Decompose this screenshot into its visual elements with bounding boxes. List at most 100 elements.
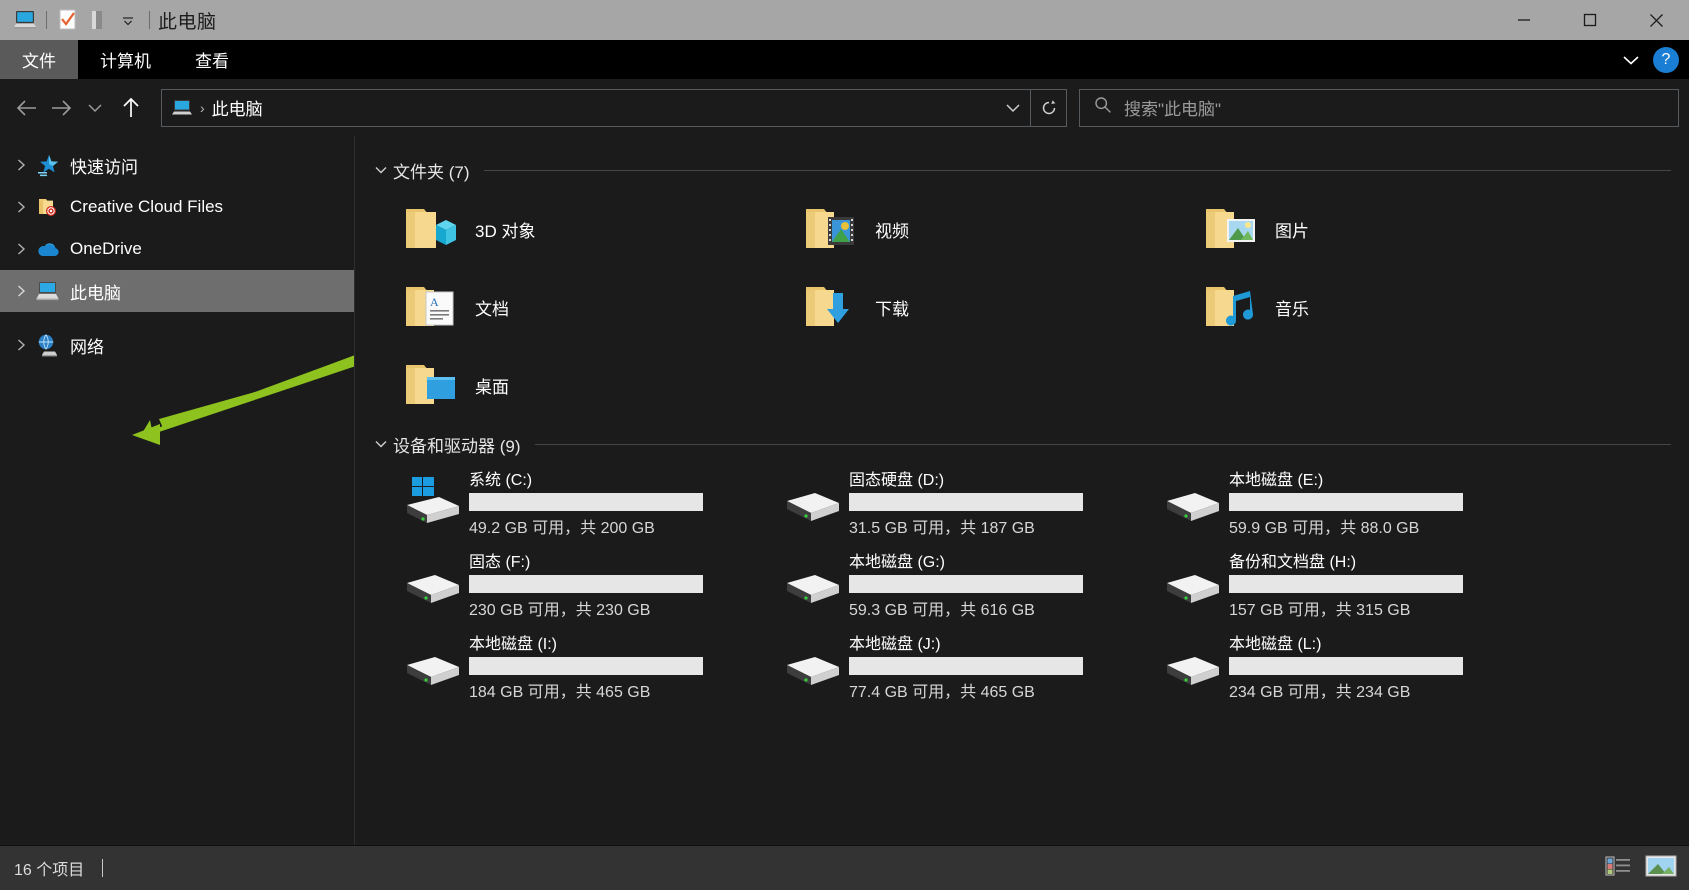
sidebar-item-creative-cloud-files[interactable]: Creative Cloud Files — [0, 186, 354, 228]
drives-group-header[interactable]: 设备和驱动器 (9) — [369, 430, 1689, 458]
folders-grid: 3D 对象 视频 图片 A 文档 下载 音乐 桌面 — [397, 190, 1689, 424]
chevron-right-icon[interactable] — [8, 332, 34, 358]
sidebar-item-label: 网络 — [70, 337, 104, 357]
drive-item-g[interactable]: 本地磁盘 (G:) 59.3 GB 可用，共 616 GB — [777, 546, 1157, 628]
drive-usage-bar — [1229, 493, 1463, 511]
drive-label: 本地磁盘 (I:) — [469, 636, 557, 653]
chevron-down-icon[interactable] — [369, 164, 393, 176]
tab-file[interactable]: 文件 — [0, 40, 78, 79]
drive-label: 系统 (C:) — [469, 472, 533, 489]
drive-label: 本地磁盘 (G:) — [849, 554, 945, 571]
address-dropdown-chevron-down-icon[interactable] — [996, 90, 1030, 126]
sidebar-item-network[interactable]: 网络 — [0, 324, 354, 366]
search-icon — [1094, 96, 1112, 119]
close-button[interactable] — [1623, 0, 1689, 40]
details-view-icon[interactable] — [1605, 855, 1631, 882]
drive-capacity: 77.4 GB 可用，共 465 GB — [849, 684, 1035, 701]
recent-locations-chevron-down-icon[interactable] — [78, 91, 112, 125]
folder-desktop-icon — [397, 353, 461, 417]
drive-capacity: 49.2 GB 可用，共 200 GB — [469, 520, 655, 537]
chevron-right-icon[interactable] — [8, 194, 34, 220]
folder-item-label: 音乐 — [1275, 299, 1309, 319]
maximize-button[interactable] — [1557, 0, 1623, 40]
drive-label: 本地磁盘 (E:) — [1229, 472, 1324, 489]
minimize-button[interactable] — [1491, 0, 1557, 40]
hard-drive-icon — [777, 628, 849, 692]
creative-cloud-folder-icon — [34, 193, 62, 221]
folder-item-pictures[interactable]: 图片 — [1197, 190, 1597, 268]
folder-item-3d-objects[interactable]: 3D 对象 — [397, 190, 797, 268]
large-icons-view-icon[interactable] — [1645, 854, 1677, 883]
folder-item-downloads[interactable]: 下载 — [797, 268, 1197, 346]
tab-computer[interactable]: 计算机 — [78, 40, 173, 79]
drive-label: 本地磁盘 (J:) — [849, 636, 941, 653]
network-icon — [34, 331, 62, 359]
drive-usage-bar — [469, 575, 703, 593]
folder-icon[interactable] — [83, 5, 113, 35]
hard-drive-icon — [1157, 628, 1229, 692]
address-bar[interactable]: › 此电脑 — [161, 88, 1067, 127]
sidebar-item-quick-access[interactable]: 快速访问 — [0, 144, 354, 186]
hard-drive-icon — [1157, 464, 1229, 528]
breadcrumb-this-pc-icon — [171, 97, 193, 119]
drive-item-e[interactable]: 本地磁盘 (E:) 59.9 GB 可用，共 88.0 GB — [1157, 464, 1537, 546]
group-divider — [534, 443, 1671, 445]
sidebar-item-this-pc[interactable]: 此电脑 — [0, 270, 354, 312]
drive-capacity: 184 GB 可用，共 465 GB — [469, 684, 651, 701]
star-pin-icon — [34, 151, 62, 179]
search-input[interactable]: 搜索"此电脑" — [1124, 95, 1221, 120]
sidebar-item-onedrive[interactable]: OneDrive — [0, 228, 354, 270]
refresh-icon[interactable] — [1030, 89, 1066, 126]
drive-item-f[interactable]: 固态 (F:) 230 GB 可用，共 230 GB — [397, 546, 777, 628]
hard-drive-icon — [397, 546, 469, 610]
drive-label: 固态硬盘 (D:) — [849, 472, 945, 489]
forward-arrow-icon[interactable] — [44, 91, 78, 125]
folder-item-music[interactable]: 音乐 — [1197, 268, 1597, 346]
back-arrow-icon[interactable] — [10, 91, 44, 125]
drive-item-j[interactable]: 本地磁盘 (J:) 77.4 GB 可用，共 465 GB — [777, 628, 1157, 710]
folders-group-header[interactable]: 文件夹 (7) — [369, 156, 1689, 184]
folder-item-label: 图片 — [1275, 221, 1309, 241]
this-pc-icon — [34, 277, 62, 305]
drive-info: 固态 (F:) 230 GB 可用，共 230 GB — [469, 546, 703, 620]
drive-usage-bar — [849, 575, 1083, 593]
drive-item-l[interactable]: 本地磁盘 (L:) 234 GB 可用，共 234 GB — [1157, 628, 1537, 710]
chevron-down-icon[interactable] — [369, 438, 393, 450]
drive-usage-bar — [469, 493, 703, 511]
chevron-right-icon[interactable] — [8, 152, 34, 178]
folder-item-label: 视频 — [875, 221, 909, 241]
up-arrow-icon[interactable] — [114, 91, 148, 125]
folders-group-title: 文件夹 (7) — [393, 162, 470, 182]
drive-capacity: 59.3 GB 可用，共 616 GB — [849, 602, 1035, 619]
folder-item-documents[interactable]: A 文档 — [397, 268, 797, 346]
drive-capacity: 157 GB 可用，共 315 GB — [1229, 602, 1411, 619]
drive-info: 系统 (C:) 49.2 GB 可用，共 200 GB — [469, 464, 703, 538]
view-mode-buttons — [1605, 846, 1677, 890]
drive-item-c[interactable]: 系统 (C:) 49.2 GB 可用，共 200 GB — [397, 464, 777, 546]
this-pc-icon[interactable] — [10, 5, 40, 35]
breadcrumb[interactable]: › 此电脑 — [162, 95, 996, 120]
tab-view[interactable]: 查看 — [173, 40, 251, 79]
expand-ribbon-chevron-down-icon[interactable] — [1615, 45, 1647, 75]
drive-item-i[interactable]: 本地磁盘 (I:) 184 GB 可用，共 465 GB — [397, 628, 777, 710]
drive-capacity: 234 GB 可用，共 234 GB — [1229, 684, 1411, 701]
tab-view-label: 查看 — [195, 52, 229, 71]
drive-usage-bar — [849, 493, 1083, 511]
drive-item-d[interactable]: 固态硬盘 (D:) 31.5 GB 可用，共 187 GB — [777, 464, 1157, 546]
drive-usage-bar — [469, 657, 703, 675]
customize-chevron-icon[interactable] — [113, 5, 143, 35]
chevron-right-icon[interactable] — [8, 236, 34, 262]
folder-item-videos[interactable]: 视频 — [797, 190, 1197, 268]
sidebar-item-label: OneDrive — [70, 239, 142, 258]
folder-item-desktop[interactable]: 桌面 — [397, 346, 797, 424]
search-box[interactable]: 搜索"此电脑" — [1079, 88, 1679, 127]
help-button[interactable]: ? — [1653, 46, 1679, 73]
sidebar-item-label: 此电脑 — [70, 283, 121, 303]
properties-icon[interactable] — [53, 5, 83, 35]
folder-item-label: 下载 — [875, 299, 909, 319]
group-divider — [483, 169, 1671, 171]
drive-item-h[interactable]: 备份和文档盘 (H:) 157 GB 可用，共 315 GB — [1157, 546, 1537, 628]
file-explorer-window: 此电脑 文件 计算机 查看 ? › 此电脑 搜索"此电脑" 快速访问 Creat… — [0, 0, 1689, 890]
chevron-right-icon[interactable] — [8, 278, 34, 304]
title-bar: 此电脑 — [0, 0, 1689, 40]
